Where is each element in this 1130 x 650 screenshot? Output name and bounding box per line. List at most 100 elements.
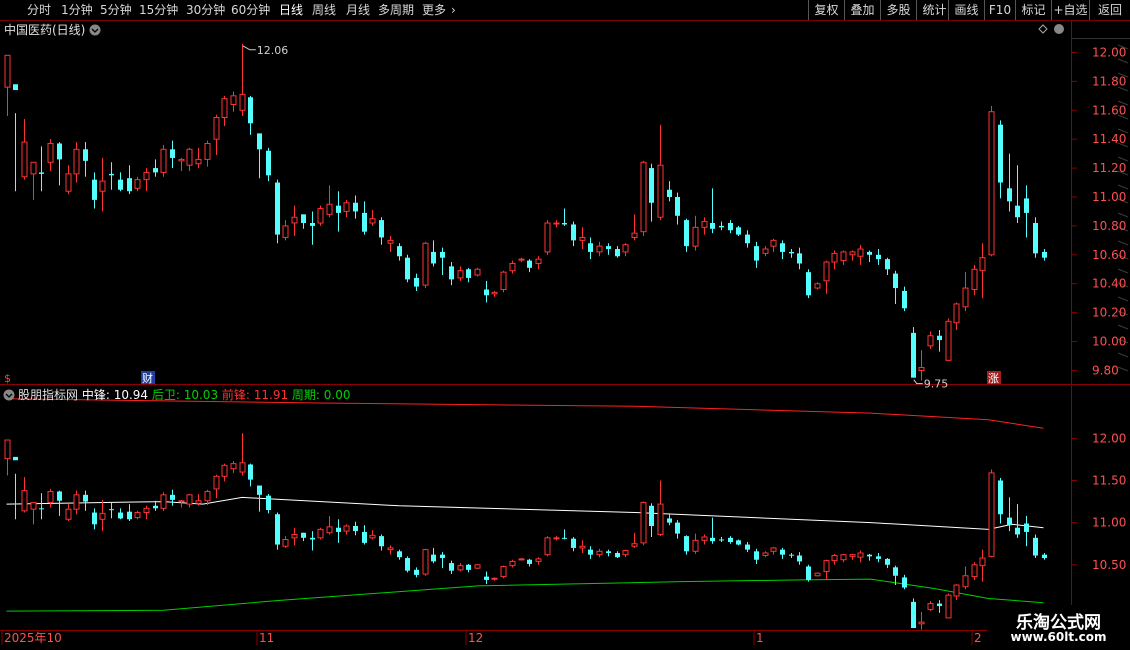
ind-candle-37: [326, 515, 333, 535]
main-candle-92: [806, 269, 811, 299]
candle-body: [266, 495, 271, 510]
main-candle-73: [640, 160, 647, 237]
candle-body: [405, 558, 410, 571]
candle-body: [640, 501, 647, 544]
candle-body: [962, 287, 969, 308]
main-candle-10: [92, 172, 97, 209]
main-candle-28: [248, 95, 253, 135]
candle-body: [500, 271, 507, 290]
candle-body: [500, 565, 507, 578]
main-candle-47: [414, 273, 419, 291]
candle-body: [979, 557, 986, 567]
main-candle-99: [867, 250, 872, 263]
main-candle-72: [631, 214, 638, 241]
candle-body: [13, 456, 18, 461]
ind-candle-61: [535, 557, 542, 565]
candle-body: [979, 257, 986, 272]
candle-body: [431, 251, 436, 264]
candle-body: [134, 179, 141, 189]
candle-body: [422, 549, 429, 575]
main-candle-11: [99, 157, 106, 212]
candle-body: [745, 234, 750, 244]
candle-body: [4, 439, 11, 460]
candle-body: [204, 490, 211, 502]
candle-body: [902, 290, 907, 309]
main-candle-63: [553, 220, 560, 228]
candle-body: [474, 268, 481, 276]
main-candle-34: [301, 214, 306, 229]
candle-body: [814, 283, 821, 289]
candle-body: [754, 246, 759, 261]
candle-body: [239, 462, 246, 473]
candle-body: [762, 552, 769, 557]
candle-body: [911, 601, 916, 628]
candle-body: [893, 273, 898, 289]
ind-candle-97: [849, 553, 856, 560]
candle-body: [39, 508, 44, 510]
main-candle-93: [814, 282, 821, 290]
candle-body: [885, 558, 890, 565]
candle-body: [336, 527, 341, 532]
ind-candle-87: [762, 551, 769, 558]
candle-body: [317, 528, 324, 539]
candle-body: [657, 164, 664, 218]
main-candle-75: [657, 124, 664, 221]
ind-candle-114: [998, 477, 1003, 524]
candle-body: [571, 224, 576, 241]
main-candle-68: [596, 241, 603, 257]
candle-body: [876, 556, 881, 559]
candle-body: [353, 526, 358, 532]
main-candle-66: [579, 227, 586, 250]
candle-body: [239, 93, 246, 111]
main-candle-87: [762, 246, 769, 257]
candle-body: [606, 246, 611, 250]
candle-body: [457, 565, 464, 571]
candle-body: [535, 258, 542, 264]
candle-body: [937, 603, 942, 607]
watermark: 乐淘公式网 www.60lt.com: [987, 605, 1130, 650]
main-candle-32: [282, 220, 289, 241]
candle-body: [831, 252, 838, 263]
main-candle-25: [221, 95, 228, 127]
ind-candle-101: [885, 558, 890, 569]
main-candle-43: [379, 217, 384, 245]
main-candle-33: [291, 205, 298, 237]
candle-body: [953, 584, 960, 597]
main-candle-100: [876, 249, 881, 265]
candle-body: [770, 239, 777, 247]
front-label: 前锋:: [222, 387, 254, 402]
indicator-chevron-down-icon: [3, 389, 15, 401]
candle-body: [57, 143, 62, 160]
main-candle-82: [719, 221, 724, 231]
candle-body: [867, 251, 872, 255]
ind-candle-8: [73, 490, 80, 515]
ind-candle-109: [953, 584, 960, 601]
main-candle-1: [13, 84, 18, 192]
candle-body: [387, 239, 394, 244]
main-candle-64: [562, 208, 567, 226]
candle-body: [99, 180, 106, 192]
candle-body: [387, 547, 394, 551]
main-candle-22: [195, 147, 202, 169]
candle-body: [143, 507, 150, 514]
cycle-label: 周期:: [292, 388, 324, 402]
main-candle-18: [160, 144, 167, 177]
main-candle-94: [823, 260, 830, 294]
front-value: 11.91: [254, 388, 292, 402]
cycle-value: 0.00: [324, 388, 351, 402]
ind-candle-108: [945, 593, 952, 619]
ind-candle-117: [1024, 515, 1029, 547]
candle-body: [544, 537, 551, 556]
candle-body: [431, 554, 436, 562]
candle-body: [797, 253, 802, 264]
candle-body: [988, 111, 995, 256]
candle-body: [83, 494, 88, 502]
ind-candle-34: [301, 532, 306, 542]
candle-body: [927, 603, 934, 610]
main-candle-106: [927, 331, 934, 349]
kline-chart[interactable]: 12.00 11.80 11.60 11.40 11.20 11.00 10.80 10.60…: [0, 0, 1130, 650]
candle-body: [918, 367, 925, 371]
ind-candle-96: [840, 553, 847, 563]
ind-candle-72: [631, 532, 638, 548]
candle-body: [780, 549, 785, 555]
